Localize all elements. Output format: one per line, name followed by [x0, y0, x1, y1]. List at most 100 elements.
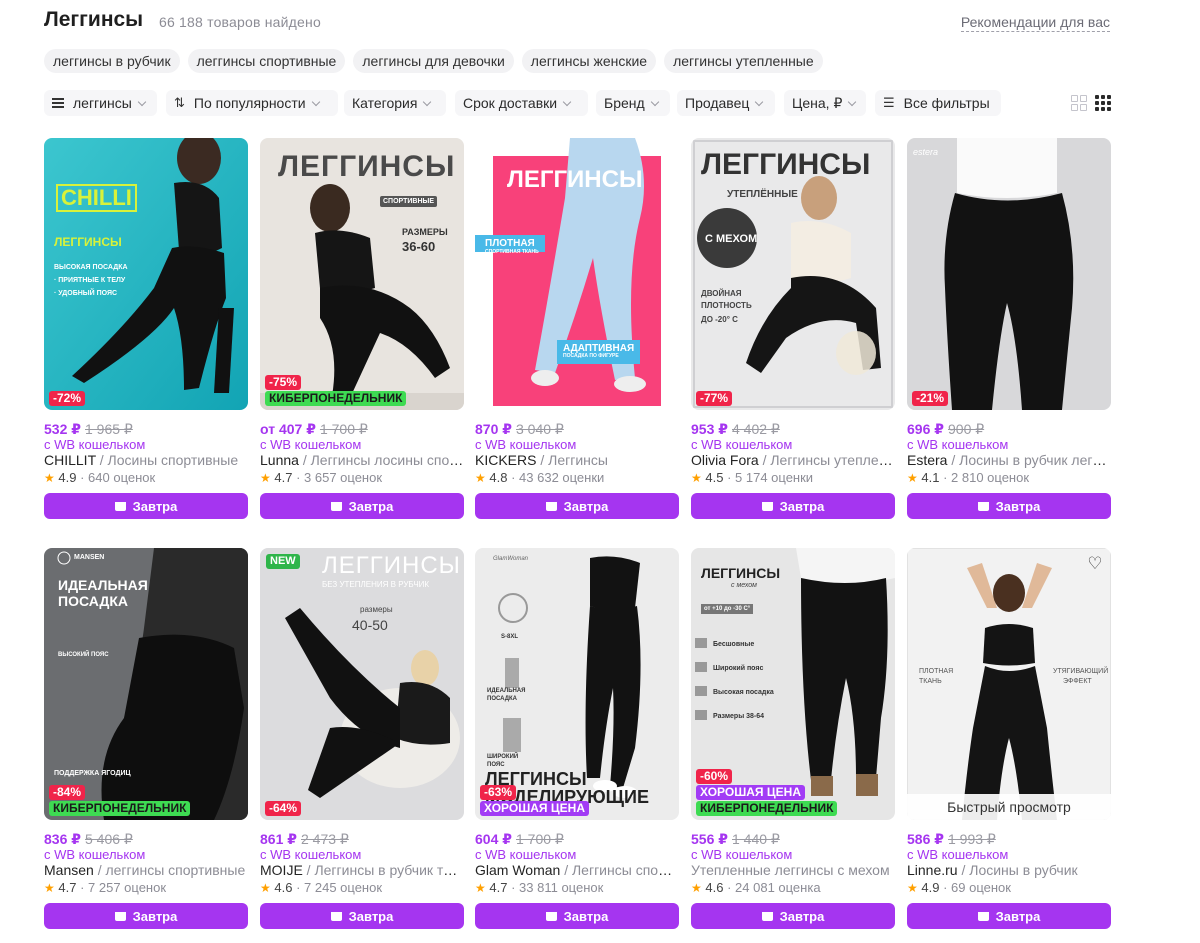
buy-button[interactable]: Завтра	[44, 493, 248, 519]
buy-button-label: Завтра	[995, 498, 1041, 514]
star-icon: ★	[475, 881, 486, 895]
product-name[interactable]: Olivia Fora / Леггинсы утепленные	[691, 452, 895, 469]
chevron-down-icon	[650, 97, 659, 106]
product-name[interactable]: Estera / Лосины в рубчик леггинсы	[907, 452, 1111, 469]
product-name[interactable]: MOIJE / Леггинсы в рубчик теплые	[260, 862, 464, 879]
product-title: / Леггинсы утепленные	[762, 452, 895, 468]
buy-button[interactable]: Завтра	[907, 903, 1111, 929]
filter-brand[interactable]: Бренд	[596, 90, 670, 116]
star-icon: ★	[691, 881, 702, 895]
product-name[interactable]: Утепленные леггинсы с мехом	[691, 862, 895, 879]
buy-button-label: Завтра	[779, 908, 825, 924]
product-card[interactable]: GlamWoman S-8XL ИДЕАЛЬНАЯ ПОСАДКА ШИРОКИ…	[475, 548, 679, 929]
product-name[interactable]: Lunna / Леггинсы лосины спортивные	[260, 452, 464, 469]
discount-badge: -77%	[696, 391, 733, 406]
grid-large-view-icon[interactable]	[1071, 95, 1087, 111]
product-title: / Леггинсы	[536, 452, 608, 468]
grid-small-view-icon[interactable]	[1095, 95, 1111, 111]
product-name[interactable]: Mansen / леггинсы спортивные	[44, 862, 248, 879]
star-icon: ★	[44, 471, 55, 485]
reviews-count: 33 811 оценок	[519, 880, 604, 895]
chip-search-suggestion[interactable]: леггинсы утепленные	[664, 49, 823, 73]
rating-row: ★ 4.7 · 33 811 оценок	[475, 880, 604, 895]
image-caption: СПОРТИВНАЯ ТКАНЬ	[485, 249, 539, 255]
buy-button[interactable]: Завтра	[475, 493, 679, 519]
product-card[interactable]: estera -21% 696 ₽900 ₽ с WB кошельком Es…	[907, 138, 1111, 519]
product-image[interactable]: GlamWoman S-8XL ИДЕАЛЬНАЯ ПОСАДКА ШИРОКИ…	[475, 548, 679, 820]
filter-seller[interactable]: Продавец	[677, 90, 775, 116]
product-image[interactable]: NEW ЛЕГГИНСЫ БЕЗ УТЕПЛЕНИЯ В РУБЧИК разм…	[260, 548, 464, 820]
chip-search-suggestion[interactable]: леггинсы женские	[521, 49, 657, 73]
price: 836 ₽	[44, 831, 81, 847]
image-caption: ЭФФЕКТ	[1063, 678, 1092, 685]
product-image[interactable]: MANSEN ИДЕАЛЬНАЯ ПОСАДКА ВЫСОКИЙ ПОЯС ПО…	[44, 548, 248, 820]
price: 870 ₽	[475, 421, 512, 437]
image-caption: размеры	[360, 605, 393, 614]
product-title: / Леггинсы в рубчик теплые	[306, 862, 464, 878]
all-filters-button[interactable]: ☰ Все фильтры	[875, 90, 1001, 116]
sort-dropdown[interactable]: ⇅ По популярности	[166, 90, 338, 116]
discount-badge: -75%	[265, 375, 302, 390]
wallet-note: с WB кошельком	[691, 437, 793, 452]
product-card[interactable]: ЛЕГГИНСЫ УТЕПЛЁННЫЕ С МЕХОМ ДВОЙНАЯ ПЛОТ…	[691, 138, 895, 519]
cart-icon	[545, 911, 557, 921]
product-card[interactable]: ЛЕГГИНСЫ с мехом от +10 до -30 С° Бесшов…	[691, 548, 895, 929]
buy-button-label: Завтра	[348, 908, 394, 924]
heart-icon[interactable]: ♡	[1085, 554, 1105, 574]
star-icon: ★	[907, 471, 918, 485]
buy-button[interactable]: Завтра	[691, 903, 895, 929]
product-name[interactable]: CHILLIT / Лосины спортивные	[44, 452, 248, 469]
buy-button[interactable]: Завтра	[260, 903, 464, 929]
filter-price[interactable]: Цена, ₽	[784, 90, 866, 116]
image-headline: ИДЕАЛЬНАЯ	[58, 577, 148, 593]
cart-icon	[761, 501, 773, 511]
image-caption: Широкий пояс	[713, 665, 764, 672]
product-card[interactable]: NEW ЛЕГГИНСЫ БЕЗ УТЕПЛЕНИЯ В РУБЧИК разм…	[260, 548, 464, 929]
product-name[interactable]: KICKERS / Леггинсы	[475, 452, 679, 469]
chip-search-suggestion[interactable]: леггинсы спортивные	[187, 49, 346, 73]
chevron-down-icon	[137, 97, 147, 106]
badge-list: -21%	[912, 391, 949, 406]
product-card[interactable]: CHILLI ЛЕГГИНСЫ ВЫСОКАЯ ПОСАДКА · ПРИЯТН…	[44, 138, 248, 519]
chip-search-suggestion[interactable]: леггинсы в рубчик	[44, 49, 180, 73]
buy-button[interactable]: Завтра	[907, 493, 1111, 519]
product-card[interactable]: ПЛОТНАЯ ТКАНЬ УТЯГИВАЮЩИЙ ЭФФЕКТ ♡ Быстр…	[907, 548, 1111, 929]
badge-list: -64%	[265, 801, 302, 816]
product-image[interactable]: ЛЕГГИНСЫ СПОРТИВНЫЕ РАЗМЕРЫ 36-60 -75% К…	[260, 138, 464, 410]
price-row: от 407 ₽1 700 ₽	[260, 421, 464, 437]
buy-button[interactable]: Завтра	[475, 903, 679, 929]
rating-row: ★ 4.6 · 24 081 оценка	[691, 880, 821, 895]
product-card[interactable]: ЛЕГГИНСЫ ПЛОТНАЯ СПОРТИВНАЯ ТКАНЬ АДАПТИ…	[475, 138, 679, 519]
buy-button[interactable]: Завтра	[691, 493, 895, 519]
promo-badge: КИБЕРПОНЕДЕЛЬНИК	[265, 391, 407, 406]
buy-button-label: Завтра	[348, 498, 394, 514]
image-caption: ВЫСОКИЙ ПОЯС	[58, 652, 109, 658]
product-image[interactable]: ЛЕГГИНСЫ с мехом от +10 до -30 С° Бесшов…	[691, 548, 895, 820]
product-card[interactable]: ЛЕГГИНСЫ СПОРТИВНЫЕ РАЗМЕРЫ 36-60 -75% К…	[260, 138, 464, 519]
product-image[interactable]: ЛЕГГИНСЫ ПЛОТНАЯ СПОРТИВНАЯ ТКАНЬ АДАПТИ…	[475, 138, 679, 410]
product-name[interactable]: Glam Woman / Леггинсы спортивные	[475, 862, 679, 879]
buy-button[interactable]: Завтра	[260, 493, 464, 519]
product-image[interactable]: estera -21%	[907, 138, 1111, 410]
filter-bar: леггинсы ⇅ По популярности Категория Сро…	[44, 90, 1114, 116]
filter-delivery[interactable]: Срок доставки	[455, 90, 588, 116]
product-card[interactable]: MANSEN ИДЕАЛЬНАЯ ПОСАДКА ВЫСОКИЙ ПОЯС ПО…	[44, 548, 248, 929]
cart-icon	[545, 501, 557, 511]
product-image[interactable]: ЛЕГГИНСЫ УТЕПЛЁННЫЕ С МЕХОМ ДВОЙНАЯ ПЛОТ…	[691, 138, 895, 410]
chip-search-suggestion[interactable]: леггинсы для девочки	[353, 49, 514, 73]
filter-category[interactable]: Категория	[344, 90, 446, 116]
image-caption: УТЯГИВАЮЩИЙ	[1053, 668, 1109, 675]
product-image[interactable]: CHILLI ЛЕГГИНСЫ ВЫСОКАЯ ПОСАДКА · ПРИЯТН…	[44, 138, 248, 410]
old-price: 2 473 ₽	[301, 831, 349, 847]
product-image[interactable]: ПЛОТНАЯ ТКАНЬ УТЯГИВАЮЩИЙ ЭФФЕКТ ♡ Быстр…	[907, 548, 1111, 820]
buy-button[interactable]: Завтра	[44, 903, 248, 929]
rating-value: 4.6	[705, 880, 724, 895]
product-name[interactable]: Linne.ru / Лосины в рубчик	[907, 862, 1111, 879]
image-caption: С МЕХОМ	[705, 233, 758, 245]
reviews-count: 7 257 оценок	[88, 880, 167, 895]
category-dropdown[interactable]: леггинсы	[44, 90, 157, 116]
recommendations-link[interactable]: Рекомендации для вас	[960, 14, 1110, 32]
old-price: 3 040 ₽	[516, 421, 564, 437]
quick-view-button[interactable]: Быстрый просмотр	[907, 794, 1111, 820]
reviews-count: 2 810 оценок	[951, 470, 1030, 485]
